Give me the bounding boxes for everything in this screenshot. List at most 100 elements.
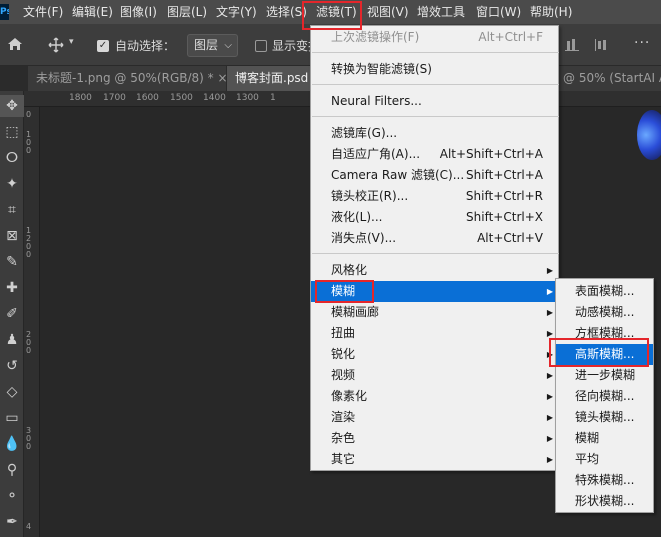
eyedropper-tool-icon[interactable]: ✎: [0, 251, 24, 273]
menu-item-stylize[interactable]: 风格化 ▶: [311, 260, 560, 281]
home-icon[interactable]: [7, 37, 23, 51]
submenu-arrow-icon: ▶: [546, 266, 553, 275]
menu-item-camera-raw[interactable]: Camera Raw 滤镜(C)... Shift+Ctrl+A: [311, 165, 560, 186]
menu-item-shape-blur[interactable]: 形状模糊...: [556, 491, 653, 512]
menu-item-last-filter: 上次滤镜操作(F) Alt+Ctrl+F: [331, 30, 543, 44]
menu-separator: [312, 253, 559, 254]
ruler-vertical: 0 1 0 0 1 2 0 0 2 0 0 3 0 0 4: [24, 107, 40, 537]
photoshop-logo: Ps: [0, 4, 9, 20]
layer-select-dropdown[interactable]: 图层 ⌵: [187, 34, 238, 57]
menu-plugins[interactable]: 增效工具: [417, 0, 465, 24]
ruler-label: 1700: [103, 93, 126, 103]
magic-wand-tool-icon[interactable]: ✦: [0, 173, 24, 195]
menu-separator: [312, 116, 559, 117]
annotation-box-gaussian-blur: [549, 338, 649, 367]
menu-item-lens-correction[interactable]: 镜头校正(R)... Shift+Ctrl+R: [311, 186, 560, 207]
menu-file[interactable]: 文件(F): [23, 0, 63, 24]
menu-item-convert-smart-filter[interactable]: 转换为智能滤镜(S): [311, 59, 560, 80]
filter-menu: 上次滤镜操作(F) Alt+Ctrl+F 转换为智能滤镜(S) Neural Fi…: [310, 25, 560, 471]
auto-select-label: 自动选择：: [115, 39, 176, 53]
submenu-arrow-icon: ▶: [546, 287, 553, 296]
menu-item-lens-blur[interactable]: 镜头模糊...: [556, 407, 653, 428]
submenu-arrow-icon: ▶: [546, 371, 553, 380]
submenu-arrow-icon: ▶: [546, 308, 553, 317]
dodge-tool-icon[interactable]: ⚲: [0, 459, 24, 481]
more-options-icon[interactable]: ···: [634, 35, 650, 51]
marquee-tool-icon[interactable]: ⬚: [0, 121, 24, 143]
submenu-arrow-icon: ▶: [546, 392, 553, 401]
frame-tool-icon[interactable]: ⊠: [0, 225, 24, 247]
ruler-label: 0: [26, 346, 32, 355]
chevron-down-icon: ⌵: [224, 40, 232, 51]
menu-item-render[interactable]: 渲染 ▶: [311, 407, 560, 428]
submenu-arrow-icon: ▶: [546, 455, 553, 464]
ruler-label: 0: [26, 110, 32, 119]
move-tool-icon[interactable]: [48, 37, 64, 53]
menu-item-pixelate[interactable]: 像素化 ▶: [311, 386, 560, 407]
auto-select-checkbox[interactable]: ✓: [97, 40, 109, 52]
menu-help[interactable]: 帮助(H): [530, 0, 572, 24]
ruler-label: 1500: [170, 93, 193, 103]
clone-stamp-tool-icon[interactable]: ♟: [0, 329, 24, 351]
menu-item-noise[interactable]: 杂色 ▶: [311, 428, 560, 449]
submenu-arrow-icon: ▶: [546, 413, 553, 422]
menu-item-smart-blur[interactable]: 特殊模糊...: [556, 470, 653, 491]
menu-item-distort[interactable]: 扭曲 ▶: [311, 323, 560, 344]
pen-tool-icon[interactable]: ✒: [0, 511, 24, 533]
distribute-icon[interactable]: [594, 38, 608, 52]
menu-window[interactable]: 窗口(W): [476, 0, 521, 24]
menu-item-average[interactable]: 平均: [556, 449, 653, 470]
submenu-arrow-icon: ▶: [546, 434, 553, 443]
blur-tool-icon[interactable]: 💧: [0, 433, 24, 455]
lasso-tool-icon[interactable]: ⵔ: [0, 147, 24, 169]
gradient-tool-icon[interactable]: ▭: [0, 407, 24, 429]
menu-item-other[interactable]: 其它 ▶: [311, 449, 560, 470]
ruler-label: 1800: [69, 93, 92, 103]
menu-item-filter-gallery[interactable]: 滤镜库(G)...: [311, 123, 560, 144]
menu-item-vanishing-point[interactable]: 消失点(V)... Alt+Ctrl+V: [311, 228, 560, 249]
menu-item-radial-blur[interactable]: 径向模糊...: [556, 386, 653, 407]
annotation-box-filter-menu: [302, 1, 362, 30]
menu-item-motion-blur[interactable]: 动感模糊...: [556, 302, 653, 323]
menu-separator: [312, 84, 559, 85]
menu-view[interactable]: 视图(V): [367, 0, 409, 24]
ruler-label: 1300: [236, 93, 259, 103]
tab-startai[interactable]: @ 50% (StartAI AI生: [555, 66, 661, 91]
ruler-label: 1600: [136, 93, 159, 103]
show-transform-checkbox[interactable]: [255, 40, 267, 52]
ruler-label: 0: [26, 442, 32, 451]
menu-edit[interactable]: 编辑(E): [72, 0, 113, 24]
menu-select[interactable]: 选择(S): [266, 0, 307, 24]
menu-item-blur-more[interactable]: 进一步模糊: [556, 365, 653, 386]
menu-item-blur-gallery[interactable]: 模糊画廊 ▶: [311, 302, 560, 323]
crop-tool-icon[interactable]: ⌗: [0, 199, 24, 221]
menu-item-liquify[interactable]: 液化(L)... Shift+Ctrl+X: [311, 207, 560, 228]
menu-item-blur-simple[interactable]: 模糊: [556, 428, 653, 449]
menu-separator: [312, 52, 559, 53]
blur-submenu: 表面模糊... 动感模糊... 方框模糊... 高斯模糊... 进一步模糊 径向…: [555, 278, 654, 513]
ruler-label: 1400: [203, 93, 226, 103]
menu-item-sharpen[interactable]: 锐化 ▶: [311, 344, 560, 365]
menu-type[interactable]: 文字(Y): [216, 0, 257, 24]
menu-item-surface-blur[interactable]: 表面模糊...: [556, 281, 653, 302]
ruler-label: 0: [26, 146, 32, 155]
move-tool-icon[interactable]: ✥: [0, 95, 24, 117]
healing-brush-tool-icon[interactable]: ✚: [0, 277, 24, 299]
menu-item-neural-filters[interactable]: Neural Filters...: [311, 91, 560, 112]
eraser-tool-icon[interactable]: ◇: [0, 381, 24, 403]
ruler-label: 1: [270, 93, 276, 103]
history-brush-tool-icon[interactable]: ↺: [0, 355, 24, 377]
menu-layer[interactable]: 图层(L): [167, 0, 207, 24]
ruler-label: 0: [26, 250, 32, 259]
tab-untitled-1[interactable]: 未标题-1.png @ 50%(RGB/8) * ×: [28, 66, 228, 91]
menu-image[interactable]: 图像(I): [120, 0, 157, 24]
menu-item-adaptive-wide-angle[interactable]: 自适应广角(A)... Alt+Shift+Ctrl+A: [311, 144, 560, 165]
startai-badge-icon[interactable]: [637, 110, 661, 160]
menu-item-video[interactable]: 视频 ▶: [311, 365, 560, 386]
smudge-tool-icon[interactable]: ⚬: [0, 485, 24, 507]
ruler-label: 4: [26, 522, 32, 531]
annotation-box-blur-item: [315, 280, 374, 303]
chevron-down-icon[interactable]: ▾: [69, 37, 74, 47]
brush-tool-icon[interactable]: ✐: [0, 303, 24, 325]
align-icon[interactable]: [565, 38, 579, 52]
